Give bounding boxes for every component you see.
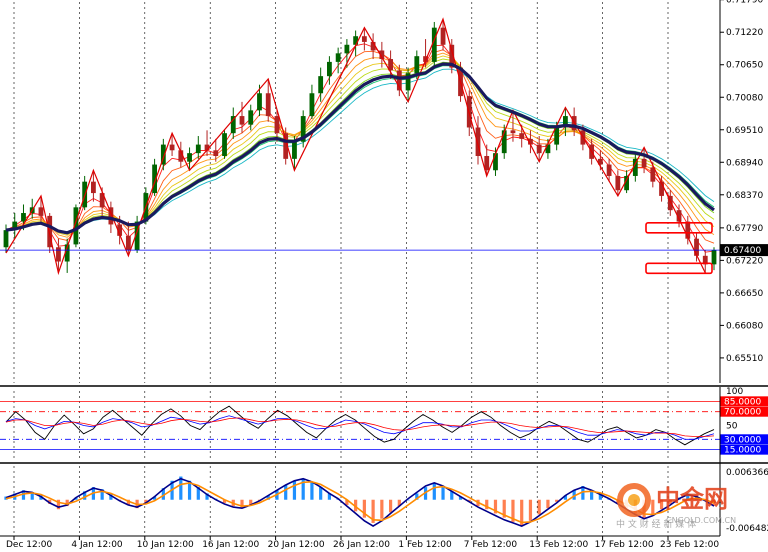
price-tick-label-0: 0.71790 — [726, 0, 763, 6]
chart-background — [0, 0, 768, 552]
time-label-5: 26 Jan 12:00 — [333, 540, 390, 550]
price-tick-label-9: 0.66650 — [726, 289, 763, 299]
candle-body-25 — [222, 133, 227, 156]
forex-chart[interactable]: 0.71790 0.71220 0.70650 0.70080 0.69510 0.689… — [0, 0, 768, 552]
candle-body-47 — [414, 56, 420, 74]
candle-body-41 — [361, 36, 367, 42]
price-tick-label-5: 0.68940 — [726, 158, 763, 168]
candle-body-56 — [493, 153, 498, 171]
time-label-7: 7 Feb 12:00 — [464, 540, 518, 550]
price-tick-label-11: 0.65510 — [726, 354, 763, 364]
osc-tick-label-1: 50 — [726, 422, 738, 432]
cngold-watermark: 中金网 中 文 财 经 新 媒 体 CNGOLD.COM.CN — [616, 483, 736, 530]
macd-bar-44 — [388, 499, 393, 513]
macd-bar-60 — [528, 499, 533, 521]
time-label-4: 20 Jan 12:00 — [268, 540, 325, 550]
candle-body-50 — [440, 27, 446, 45]
macd-bar-62 — [546, 499, 550, 509]
candle-body-21 — [187, 153, 192, 162]
price-tick-label-10: 0.66080 — [726, 321, 763, 331]
candle-body-38 — [335, 53, 341, 62]
time-label-3: 16 Jan 12:00 — [202, 540, 259, 550]
coin-logo-core-icon — [628, 494, 640, 506]
osc-level-label-2: 30.0000 — [724, 435, 761, 445]
time-label-10: 23 Feb 12:00 — [660, 540, 719, 550]
chart-root: 0.71790 0.71220 0.70650 0.70080 0.69510 0.689… — [0, 0, 768, 552]
candle-body-14 — [125, 235, 131, 251]
candle-body-70 — [615, 175, 621, 191]
candle-body-59 — [519, 133, 525, 139]
candle-body-58 — [510, 130, 516, 134]
macd-bar-49 — [432, 482, 436, 500]
watermark-url: CNGOLD.COM.CN — [666, 516, 736, 525]
price-tick-label-3: 0.70080 — [726, 93, 763, 103]
candle-body-31 — [274, 116, 280, 134]
time-label-1: 4 Jan 12:00 — [71, 540, 123, 550]
candle-body-37 — [327, 61, 332, 77]
osc-level-label-0: 85.0000 — [724, 397, 761, 407]
candle-body-33 — [292, 141, 297, 159]
candle-body-61 — [536, 144, 542, 154]
candle-body-27 — [239, 116, 245, 125]
time-label-9: 17 Feb 12:00 — [595, 540, 654, 550]
candle-body-30 — [265, 93, 271, 117]
osc-level-label-1: 70.0000 — [724, 408, 761, 418]
candle-body-81 — [711, 250, 717, 265]
macd-tick-label-1: -0.006482 — [726, 524, 768, 534]
candle-body-6 — [56, 247, 61, 262]
price-tick-label-6: 0.68370 — [726, 191, 763, 201]
candle-body-35 — [309, 93, 315, 117]
candle-body-26 — [230, 116, 236, 134]
candle-25[interactable] — [222, 130, 227, 159]
candle-body-79 — [694, 238, 699, 256]
candle-body-0 — [3, 230, 9, 248]
time-label-8: 13 Feb 12:00 — [529, 540, 588, 550]
time-label-6: 1 Feb 12:00 — [398, 540, 452, 550]
macd-bar-35 — [310, 481, 314, 500]
candle-body-2 — [21, 213, 26, 222]
candle-body-73 — [641, 158, 647, 168]
macd-bar-36 — [319, 487, 323, 500]
candle-body-19 — [169, 144, 175, 151]
price-tick-label-8: 0.67220 — [726, 256, 763, 266]
price-tick-label-1: 0.71220 — [726, 28, 763, 38]
macd-tick-label-0: 0.0063669 — [726, 468, 768, 478]
macd-bar-74 — [651, 499, 655, 515]
candle-body-28 — [248, 110, 254, 125]
macd-bar-32 — [284, 484, 288, 500]
candle-body-22 — [195, 144, 201, 154]
candle-body-36 — [318, 76, 324, 94]
candle-body-29 — [257, 93, 262, 111]
price-tick-label-7: 0.67790 — [726, 224, 763, 234]
candle-body-69 — [606, 164, 612, 176]
osc-tick-label-0: 100 — [726, 387, 743, 397]
macd-bar-61 — [537, 499, 541, 515]
macd-bar-50 — [441, 486, 445, 500]
osc-level-label-3: 15.0000 — [724, 446, 761, 456]
watermark-title: 中金网 — [656, 485, 728, 513]
candle-body-4 — [38, 207, 44, 216]
price-tick-label-4: 0.69510 — [726, 126, 763, 136]
time-label-2: 10 Jan 12:00 — [137, 540, 194, 550]
candle-body-24 — [213, 150, 219, 156]
price-tick-label-2: 0.70650 — [726, 61, 763, 71]
macd-bar-43 — [380, 499, 384, 519]
candle-body-39 — [344, 44, 350, 54]
macd-bar-27 — [240, 499, 244, 509]
time-label-0: Dec 12:00 — [6, 540, 52, 550]
macd-bar-33 — [292, 480, 297, 500]
current-price-label: 0.67400 — [724, 246, 761, 256]
candle-body-10 — [91, 181, 96, 194]
